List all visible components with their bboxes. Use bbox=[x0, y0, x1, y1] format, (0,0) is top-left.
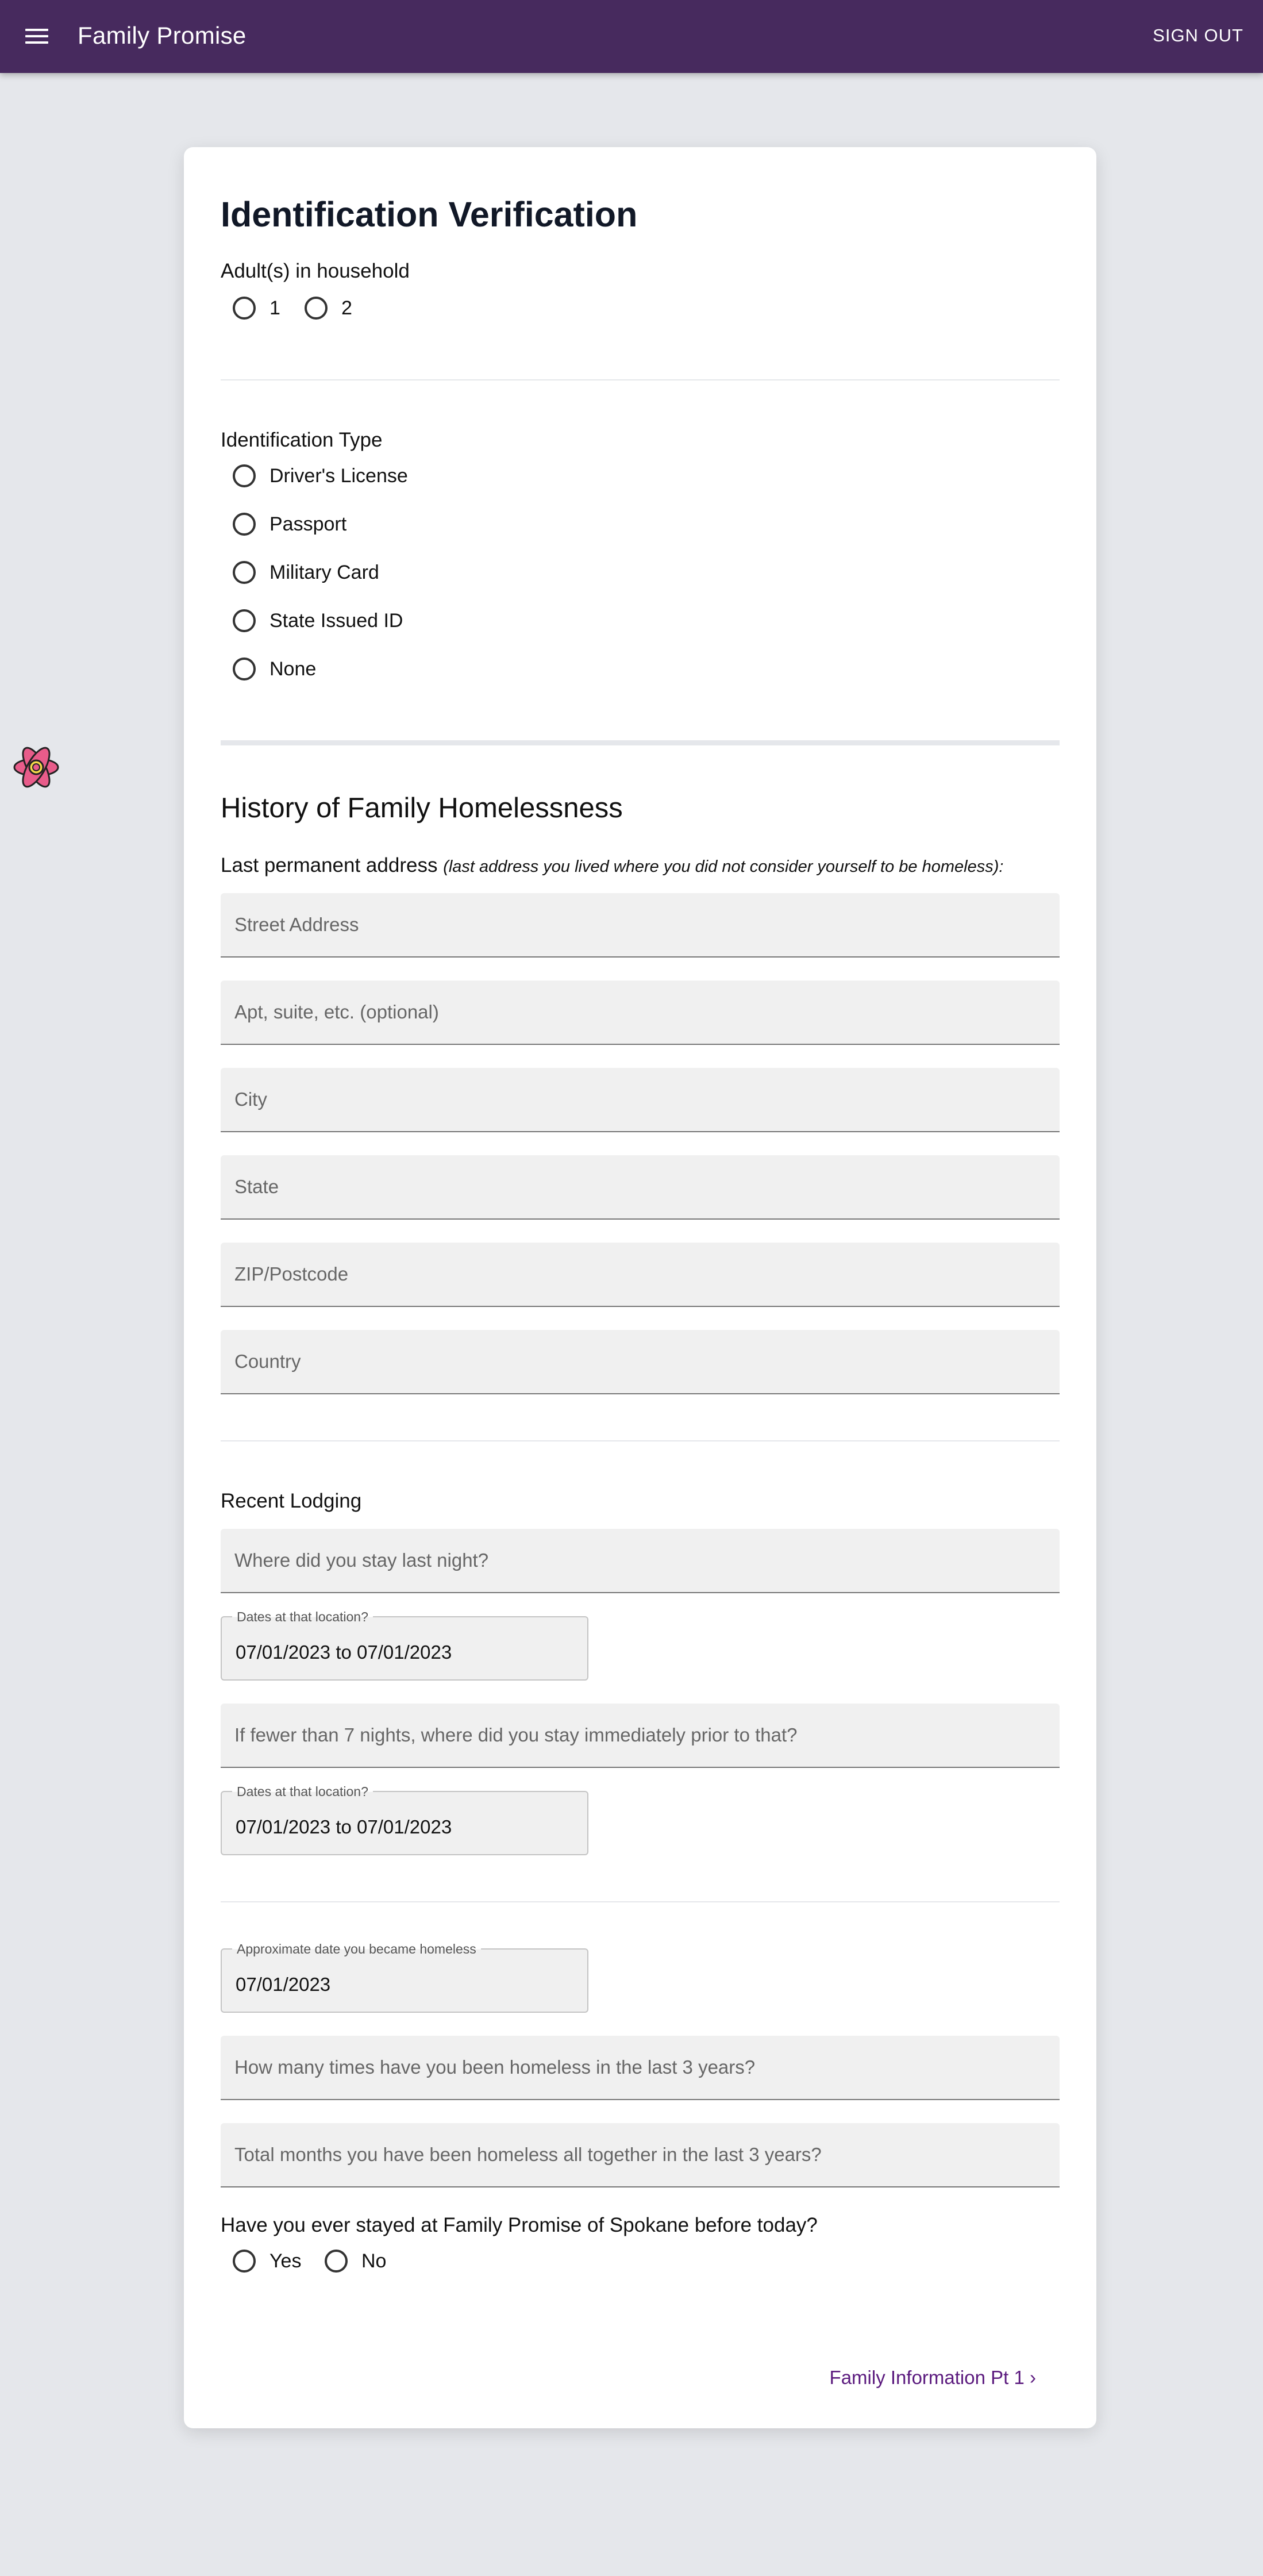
radio-icon[interactable] bbox=[233, 609, 256, 632]
divider bbox=[221, 379, 1060, 380]
stayed-option-no[interactable]: No bbox=[325, 2250, 386, 2273]
sign-out-button[interactable]: SIGN OUT bbox=[1153, 25, 1243, 46]
zip-field[interactable] bbox=[221, 1243, 1060, 1307]
dates-input-2[interactable] bbox=[222, 1792, 587, 1854]
radio-icon[interactable] bbox=[325, 2250, 348, 2273]
radio-icon[interactable] bbox=[233, 297, 256, 320]
homeless-date-field[interactable]: Approximate date you became homeless bbox=[221, 1941, 588, 2013]
react-devtools-icon[interactable] bbox=[11, 743, 61, 792]
radio-icon[interactable] bbox=[233, 513, 256, 536]
times-homeless-input[interactable] bbox=[221, 2036, 1060, 2099]
menu-icon[interactable] bbox=[25, 26, 48, 46]
divider bbox=[221, 1440, 1060, 1441]
app-title: Family Promise bbox=[78, 22, 247, 49]
prior-stay-input[interactable] bbox=[221, 1704, 1060, 1767]
street-address-input[interactable] bbox=[221, 893, 1060, 956]
prior-stay-field[interactable] bbox=[221, 1704, 1060, 1768]
months-homeless-input[interactable] bbox=[221, 2123, 1060, 2186]
id-type-label: Identification Type bbox=[221, 429, 383, 451]
divider bbox=[221, 1901, 1060, 1902]
apt-field[interactable] bbox=[221, 981, 1060, 1045]
form-card: Identification Verification Adult(s) in … bbox=[184, 147, 1096, 2428]
stayed-option-yes[interactable]: Yes bbox=[233, 2250, 301, 2273]
id-option-drivers-license[interactable]: Driver's License bbox=[233, 464, 408, 487]
id-option-state-id[interactable]: State Issued ID bbox=[233, 609, 403, 632]
last-night-field[interactable] bbox=[221, 1529, 1060, 1593]
times-homeless-field[interactable] bbox=[221, 2036, 1060, 2100]
next-page-link[interactable]: Family Information Pt 1 › bbox=[830, 2367, 1036, 2389]
country-input[interactable] bbox=[221, 1330, 1060, 1393]
dates-field-1-label: Dates at that location? bbox=[232, 1609, 373, 1625]
page-title: Identification Verification bbox=[221, 195, 638, 234]
radio-icon[interactable] bbox=[233, 658, 256, 680]
address-note: (last address you lived where you did no… bbox=[443, 858, 1004, 876]
dates-field-2[interactable]: Dates at that location? bbox=[221, 1784, 588, 1855]
dates-field-1[interactable]: Dates at that location? bbox=[221, 1609, 588, 1681]
dates-input-1[interactable] bbox=[222, 1617, 587, 1679]
id-option-passport[interactable]: Passport bbox=[233, 513, 346, 536]
months-homeless-field[interactable] bbox=[221, 2123, 1060, 2187]
street-address-field[interactable] bbox=[221, 893, 1060, 958]
history-heading: History of Family Homelessness bbox=[221, 793, 623, 824]
radio-icon[interactable] bbox=[233, 2250, 256, 2273]
id-option-none[interactable]: None bbox=[233, 658, 316, 680]
id-option-military-card[interactable]: Military Card bbox=[233, 561, 379, 584]
state-input[interactable] bbox=[221, 1155, 1060, 1218]
adults-option-2[interactable]: 2 bbox=[305, 297, 352, 320]
zip-input[interactable] bbox=[221, 1243, 1060, 1306]
last-night-input[interactable] bbox=[221, 1529, 1060, 1592]
address-label: Last permanent address (last address you… bbox=[221, 854, 1004, 876]
adults-label: Adult(s) in household bbox=[221, 260, 410, 282]
stayed-before-question: Have you ever stayed at Family Promise o… bbox=[221, 2214, 818, 2236]
radio-icon[interactable] bbox=[305, 297, 328, 320]
city-field[interactable] bbox=[221, 1068, 1060, 1132]
radio-icon[interactable] bbox=[233, 464, 256, 487]
homeless-date-label: Approximate date you became homeless bbox=[232, 1941, 481, 1957]
adults-option-1[interactable]: 1 bbox=[233, 297, 280, 320]
dates-field-2-label: Dates at that location? bbox=[232, 1784, 373, 1800]
country-field[interactable] bbox=[221, 1330, 1060, 1394]
homeless-date-input[interactable] bbox=[222, 1950, 587, 2012]
city-input[interactable] bbox=[221, 1068, 1060, 1131]
app-bar: Family Promise SIGN OUT bbox=[0, 0, 1263, 73]
apt-input[interactable] bbox=[221, 981, 1060, 1044]
section-divider bbox=[221, 740, 1060, 745]
recent-lodging-label: Recent Lodging bbox=[221, 1490, 362, 1512]
radio-icon[interactable] bbox=[233, 561, 256, 584]
state-field[interactable] bbox=[221, 1155, 1060, 1220]
